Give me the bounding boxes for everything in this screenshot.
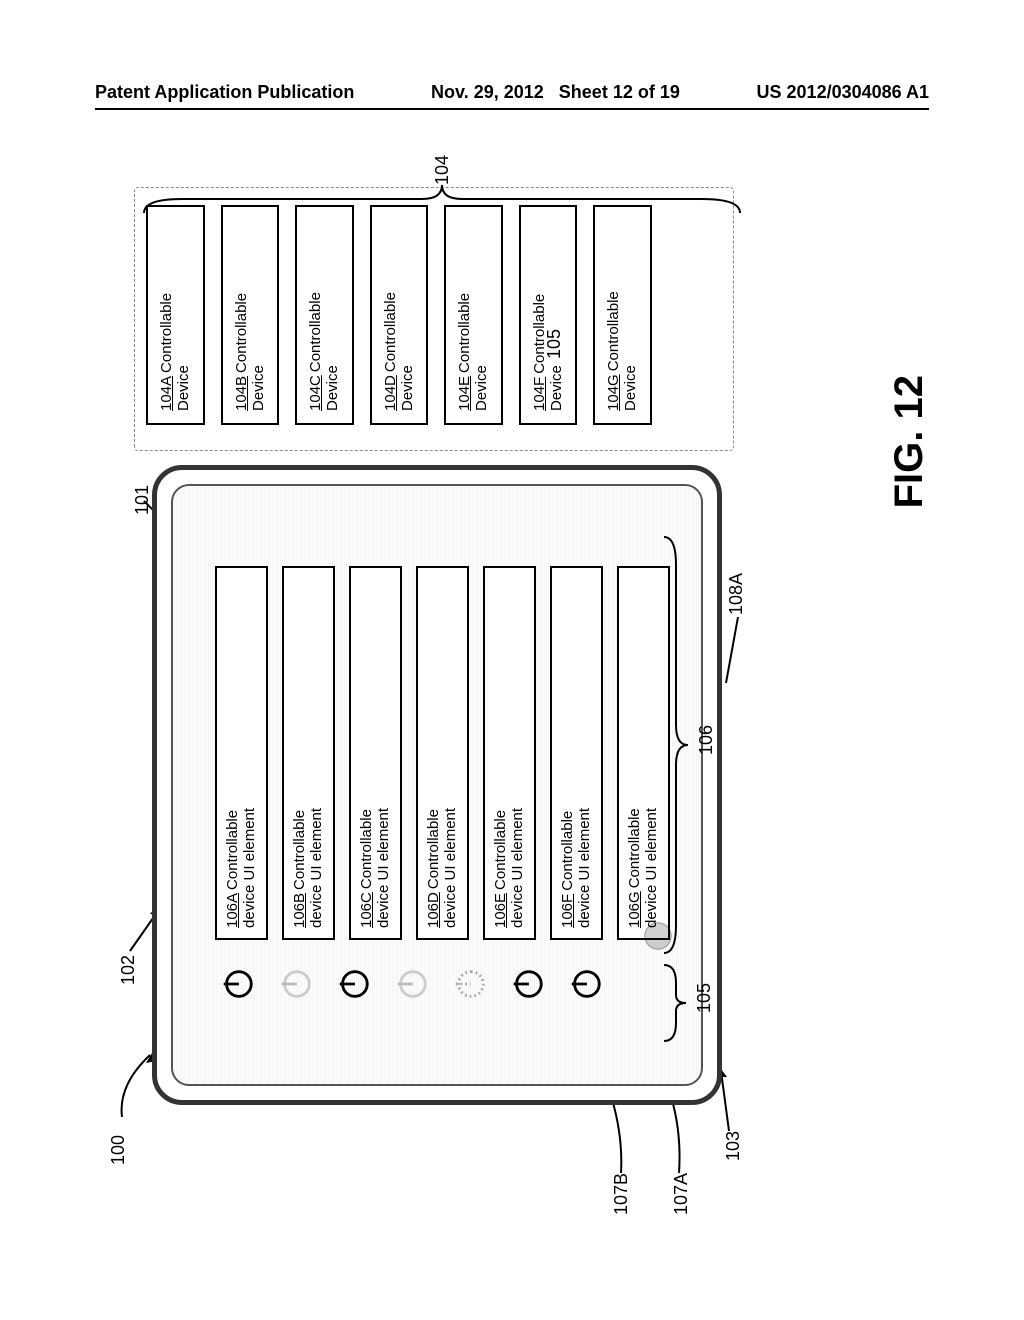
controllable-device-box: 104EControllableDevice: [444, 205, 503, 425]
ref-105: 105: [694, 983, 715, 1013]
ui-element-column: 106AControllabledevice UI element 106BCon…: [215, 566, 673, 940]
power-icon[interactable]: [391, 964, 431, 1004]
ui-columns: 106AControllabledevice UI element 106BCon…: [215, 566, 673, 1004]
controllable-device-box: 104AControllableDevice: [146, 205, 205, 425]
ui-element-box[interactable]: 106AControllabledevice UI element: [215, 566, 268, 940]
figure-area: 100 102 101 103 107B 107A: [80, 170, 944, 1200]
ui-element-box[interactable]: 106BControllabledevice UI element: [282, 566, 335, 940]
brace-105: [662, 963, 696, 1043]
ui-element-box[interactable]: 106FControllabledevice UI element: [550, 566, 603, 940]
ref-108a: 108A: [726, 573, 747, 615]
controllable-device-box: 104DControllableDevice: [370, 205, 429, 425]
power-icon[interactable]: [507, 964, 547, 1004]
header-middle: Nov. 29, 2012 Sheet 12 of 19: [431, 82, 680, 103]
header-rule: [95, 108, 929, 110]
header-pubnum: US 2012/0304086 A1: [757, 82, 929, 103]
ref-107b: 107B: [611, 1173, 632, 1215]
power-icon[interactable]: [275, 964, 315, 1004]
controllable-device-box: 104GControllableDevice: [593, 205, 652, 425]
power-icon[interactable]: [217, 964, 257, 1004]
tablet-frame: 106AControllabledevice UI element 106BCon…: [152, 465, 722, 1105]
ui-element-box[interactable]: 106CControllabledevice UI element: [349, 566, 402, 940]
ref-104: 104: [432, 155, 453, 185]
tablet-screen: 106AControllabledevice UI element 106BCon…: [171, 484, 703, 1086]
ref-100: 100: [108, 1135, 129, 1165]
page-header: Patent Application Publication Nov. 29, …: [95, 82, 929, 103]
figure-label: FIG. 12: [887, 375, 932, 508]
ui-element-box[interactable]: 106EControllabledevice UI element: [483, 566, 536, 940]
ref-105-ext: 105: [544, 329, 565, 359]
power-icon[interactable]: [565, 964, 605, 1004]
ref-107a: 107A: [671, 1173, 692, 1215]
power-icon-column: [215, 956, 673, 1004]
ui-element-box[interactable]: 106DControllabledevice UI element: [416, 566, 469, 940]
controllable-device-box: 104BControllableDevice: [221, 205, 280, 425]
ref-102: 102: [118, 955, 139, 985]
controllable-device-box: 104FControllableDevice: [519, 205, 578, 425]
controllable-device-box: 104CControllableDevice: [295, 205, 354, 425]
ref-101: 101: [132, 485, 153, 515]
ref-106: 106: [696, 725, 717, 755]
power-icon[interactable]: [449, 964, 489, 1004]
power-icon[interactable]: [333, 964, 373, 1004]
figure-rotated: 100 102 101 103 107B 107A: [102, 185, 922, 1185]
ref-103: 103: [723, 1131, 744, 1161]
brace-106: [662, 535, 698, 955]
controllable-devices-column: 104AControllableDevice 104BControllableDe…: [146, 205, 652, 425]
header-left: Patent Application Publication: [95, 82, 354, 103]
figure-inner: 100 102 101 103 107B 107A: [102, 185, 922, 1185]
